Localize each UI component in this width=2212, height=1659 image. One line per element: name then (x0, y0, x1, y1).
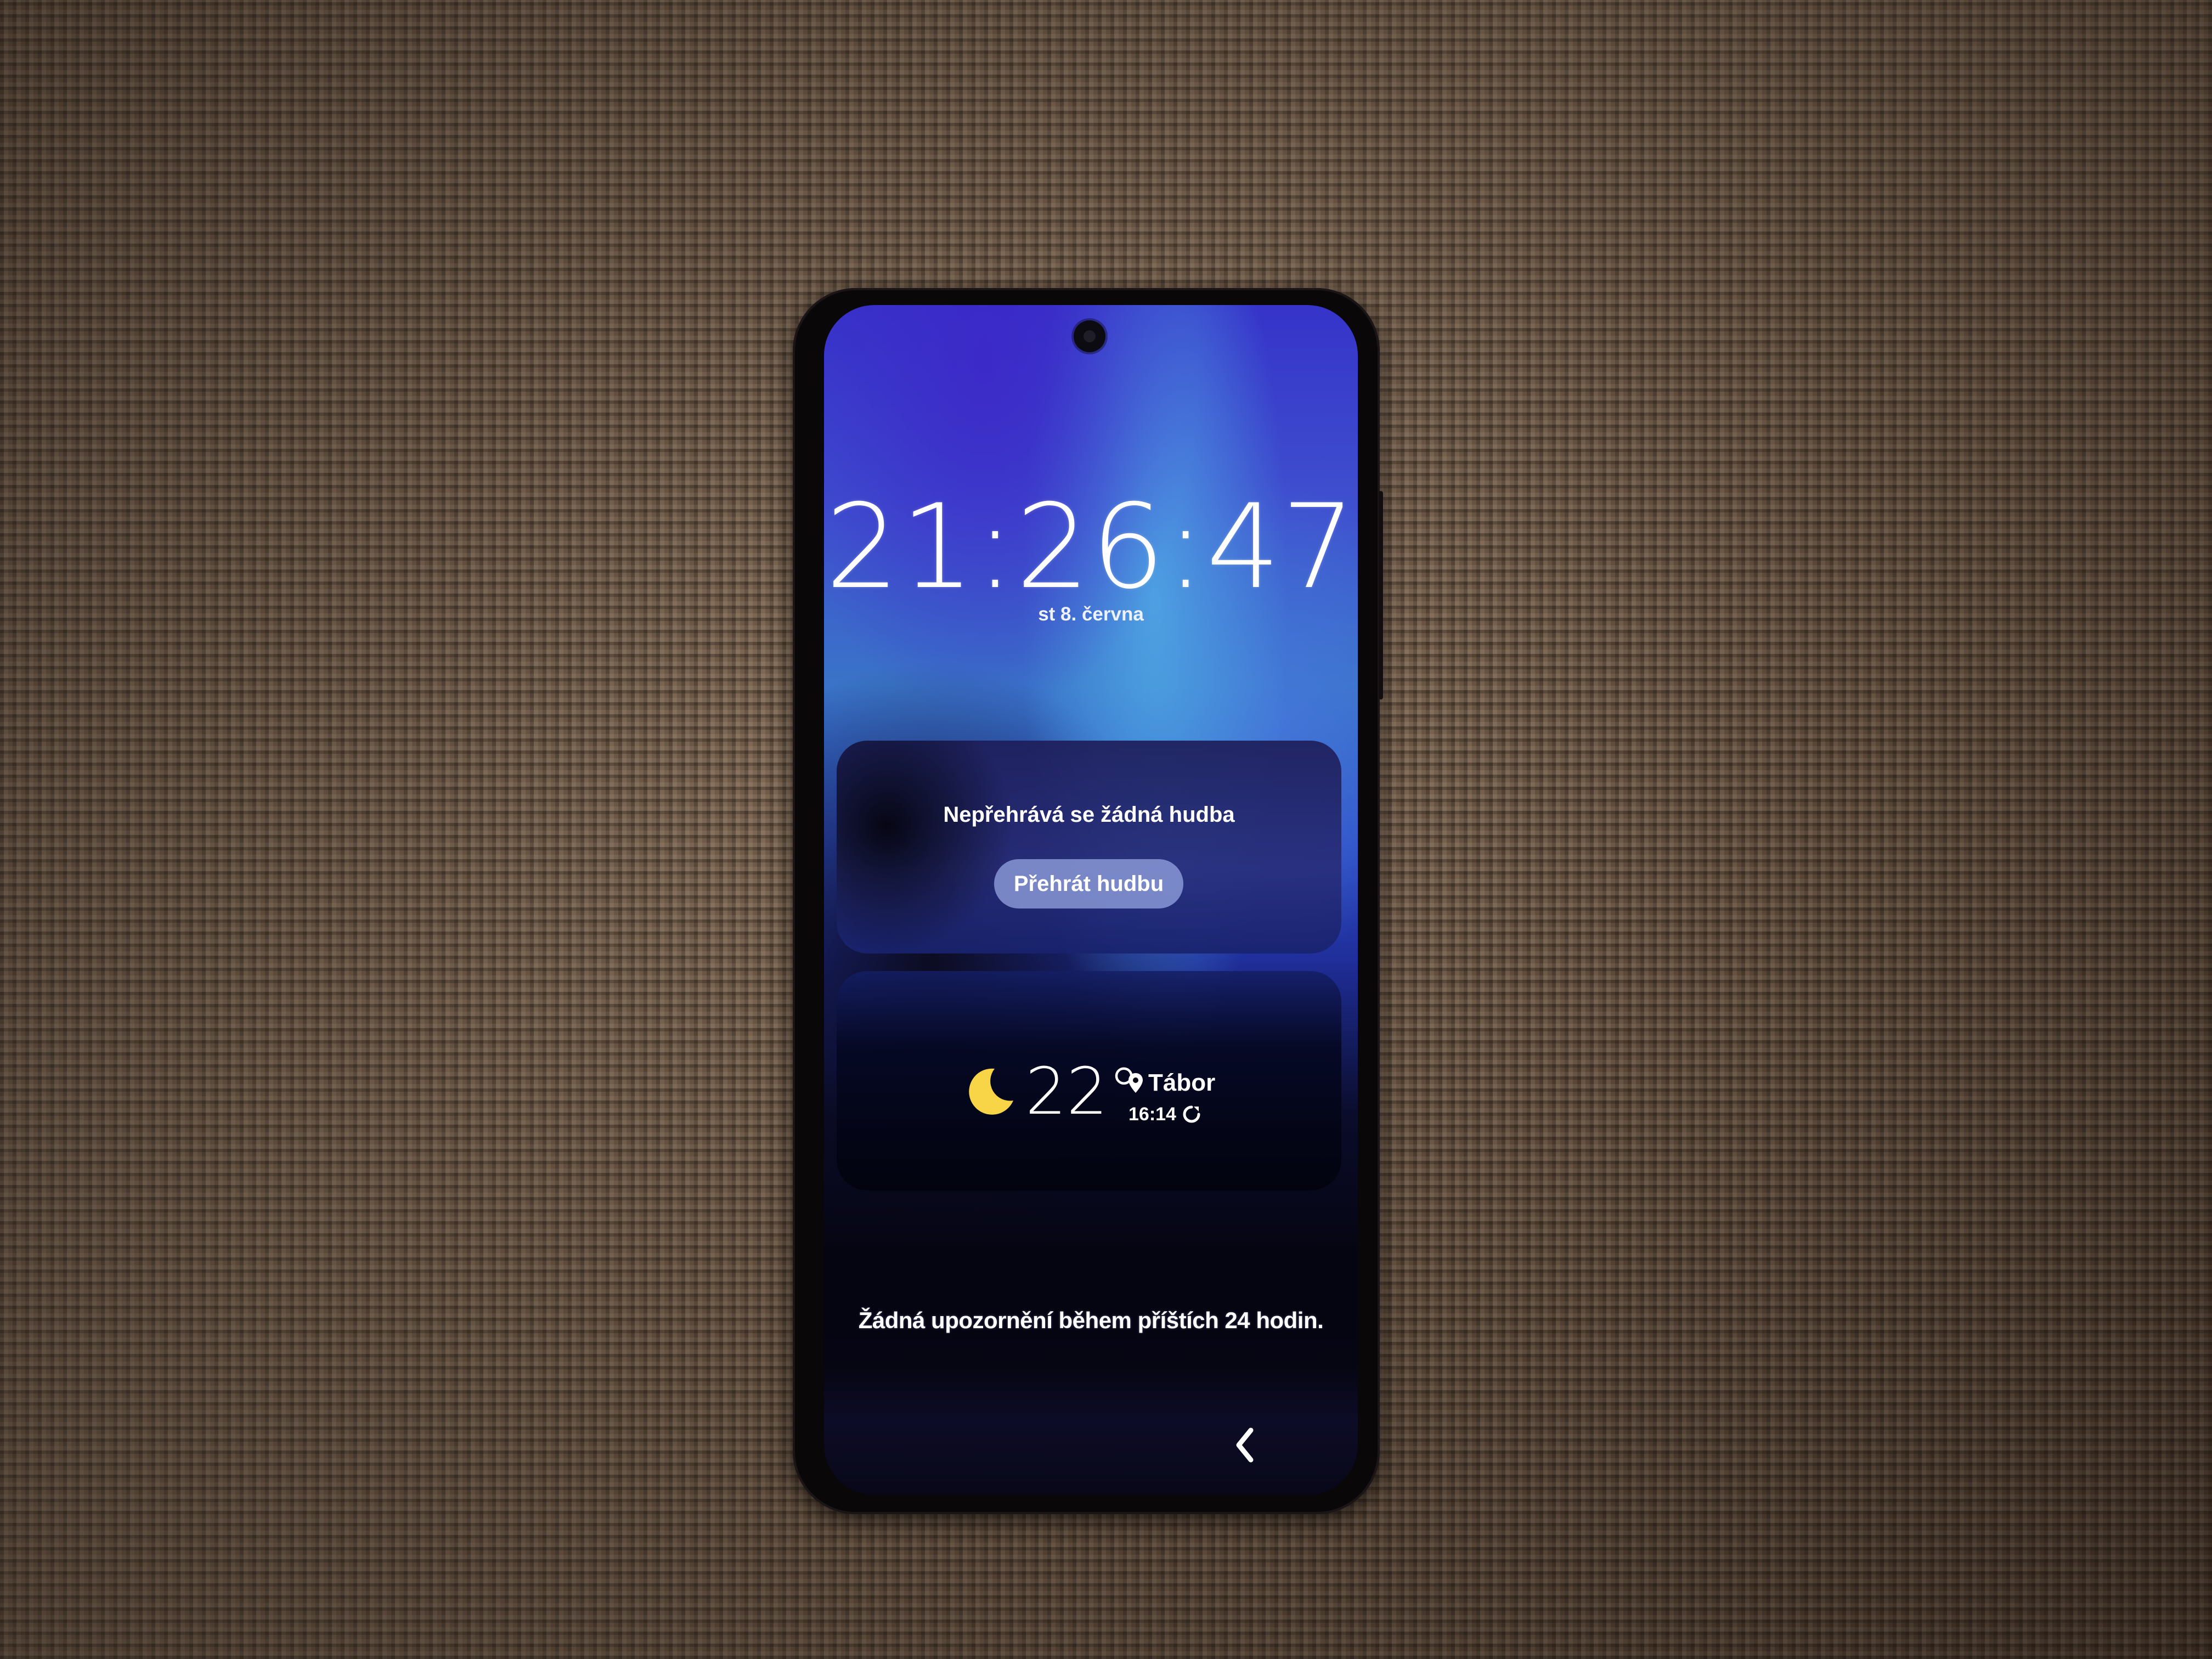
navigation-bar (824, 1369, 1358, 1495)
weather-temperature: 22° (1025, 1053, 1141, 1129)
weather-updated-time: 16:14 (1128, 1104, 1176, 1125)
phone-device: 21:26:47 st 8. června Nepřehrává se žádn… (793, 288, 1383, 1514)
play-music-button[interactable]: Přehrát hudbu (994, 859, 1183, 909)
music-status: Nepřehrává se žádná hudba (943, 803, 1235, 827)
weather-location: Tábor (1127, 1071, 1215, 1095)
front-camera (1074, 320, 1105, 352)
weather-updated: 16:14 (1128, 1104, 1201, 1124)
side-button (1379, 491, 1383, 699)
chevron-left-icon[interactable] (1231, 1426, 1259, 1464)
music-widget: Nepřehrává se žádná hudba Přehrát hudbu (837, 741, 1341, 953)
map-pin-icon (1128, 1073, 1143, 1093)
weather-widget[interactable]: 22° Tábor 16:14 (837, 971, 1341, 1190)
lock-screen-date: st 8. června (1038, 603, 1144, 625)
lock-screen-clock: 21:26:47 (825, 479, 1357, 614)
crescent-moon-icon (969, 1068, 1013, 1115)
notifications-empty-message: Žádná upozornění během příštích 24 hodin… (858, 1307, 1324, 1333)
lock-screen: 21:26:47 st 8. června Nepřehrává se žádn… (824, 305, 1358, 1495)
refresh-icon[interactable] (1182, 1104, 1201, 1124)
location-name: Tábor (1148, 1069, 1216, 1096)
